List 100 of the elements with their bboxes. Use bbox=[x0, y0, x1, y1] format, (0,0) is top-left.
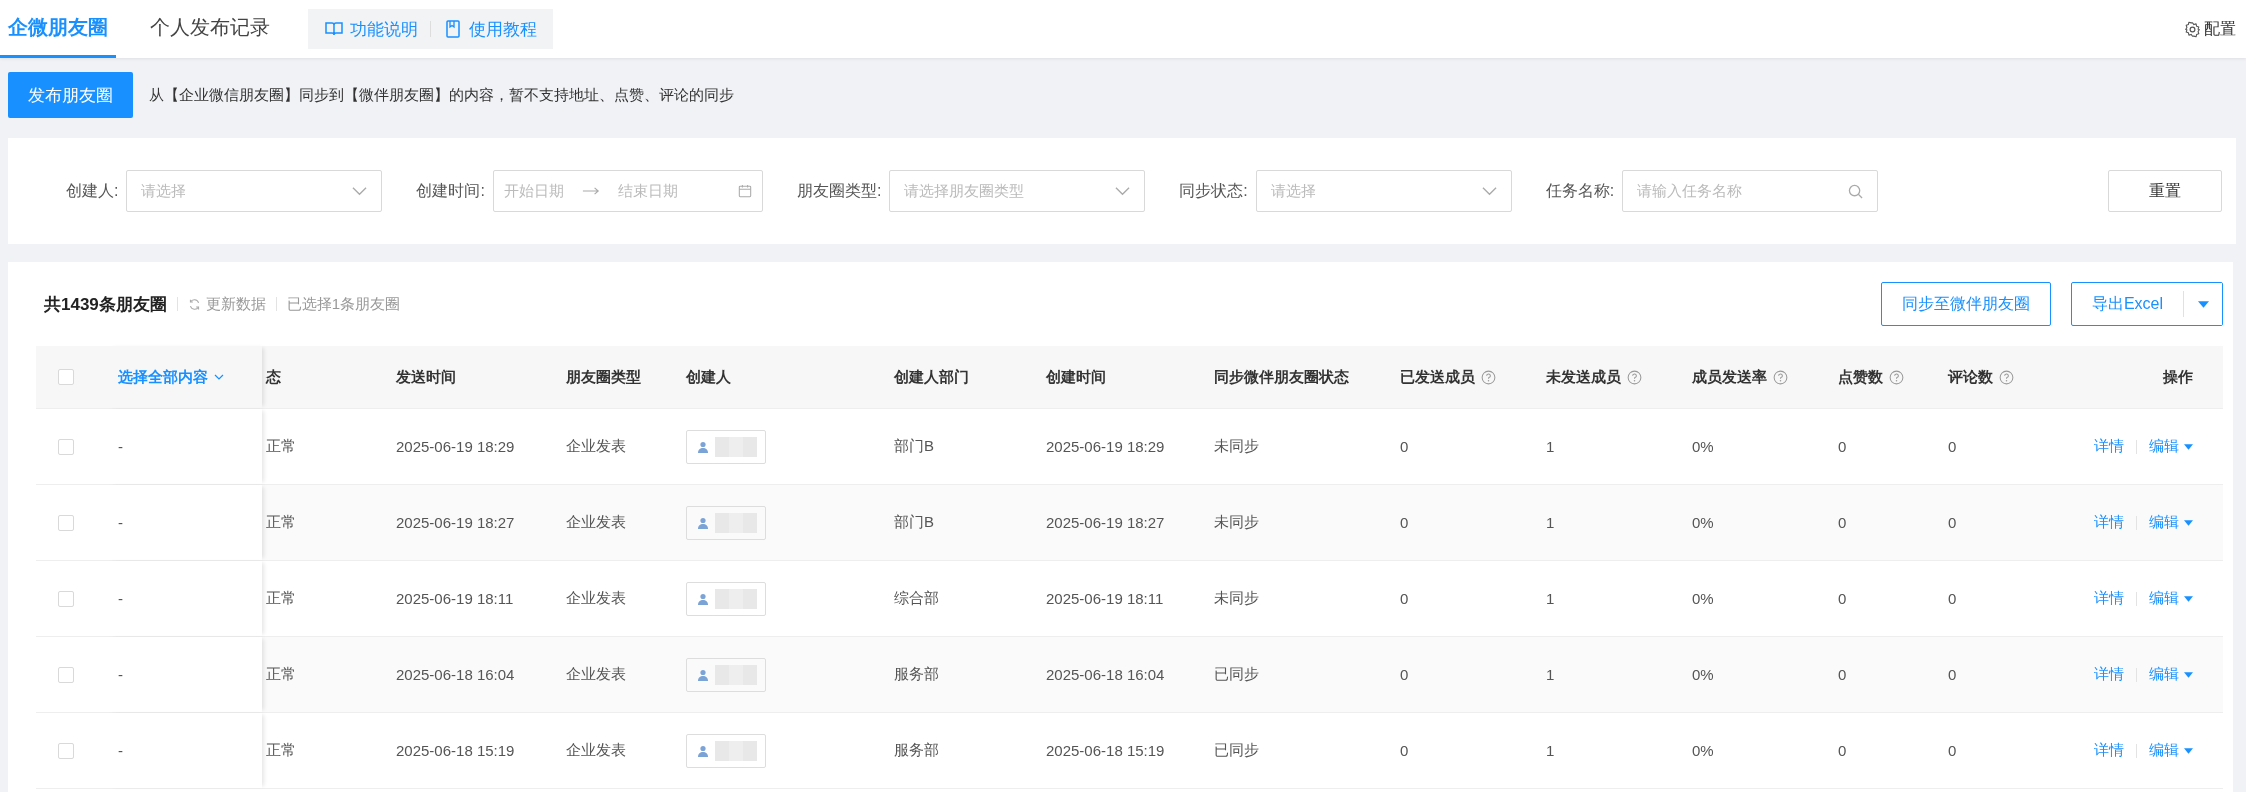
filter-label: 任务名称: bbox=[1545, 180, 1615, 201]
publish-button[interactable]: 发布朋友圈 bbox=[8, 72, 133, 118]
filter-label: 创建时间: bbox=[416, 180, 485, 201]
row-checkbox[interactable] bbox=[58, 514, 74, 531]
table-cell: 1 bbox=[1546, 590, 1555, 607]
help-icon[interactable] bbox=[1627, 369, 1642, 385]
edit-dropdown-link[interactable]: 编辑 bbox=[2149, 513, 2193, 532]
user-icon bbox=[697, 516, 709, 529]
table-cell: - bbox=[118, 438, 123, 455]
calendar-icon bbox=[737, 184, 752, 198]
table-cell: 0 bbox=[1400, 742, 1409, 759]
filter-label: 朋友圈类型: bbox=[796, 180, 882, 201]
caret-icon bbox=[2184, 443, 2193, 450]
table-cell: 0% bbox=[1692, 438, 1714, 455]
table-cell: 1 bbox=[1546, 438, 1555, 455]
edit-dropdown-link[interactable]: 编辑 bbox=[2149, 589, 2193, 608]
table-cell: 部门B bbox=[894, 513, 934, 532]
search-icon bbox=[1848, 183, 1864, 199]
table-cell: - bbox=[118, 742, 123, 759]
detail-link[interactable]: 详情 bbox=[2094, 665, 2124, 684]
user-icon bbox=[697, 668, 709, 681]
column-header: 已发送成员 bbox=[1400, 367, 1475, 387]
table-cell: 0% bbox=[1692, 666, 1714, 683]
table-cell: 0 bbox=[1838, 666, 1847, 683]
user-icon bbox=[697, 440, 709, 453]
table-cell: 未同步 bbox=[1214, 437, 1259, 456]
help-icon[interactable] bbox=[1773, 369, 1788, 385]
table-cell: 0 bbox=[1838, 438, 1847, 455]
column-header: 创建人部门 bbox=[894, 367, 969, 387]
date-range-field[interactable]: 开始日期 结束日期 bbox=[492, 170, 763, 212]
config-link[interactable]: 配置 bbox=[2184, 18, 2236, 40]
table-cell: 已同步 bbox=[1214, 741, 1259, 760]
table-cell: 2025-06-19 18:29 bbox=[396, 438, 515, 455]
arrow-right-icon bbox=[581, 186, 600, 196]
select-field[interactable]: 请选择朋友圈类型 bbox=[889, 170, 1146, 212]
detail-link[interactable]: 详情 bbox=[2094, 513, 2124, 532]
table-cell: 2025-06-19 18:27 bbox=[1046, 514, 1165, 531]
table-cell: 未同步 bbox=[1214, 513, 1259, 532]
help-icon[interactable] bbox=[1999, 369, 2014, 385]
detail-link[interactable]: 详情 bbox=[2094, 741, 2124, 760]
help-link[interactable]: 使用教程 bbox=[443, 17, 537, 41]
column-header: 未发送成员 bbox=[1546, 367, 1621, 387]
select-field[interactable]: 请选择 bbox=[126, 170, 383, 212]
table-cell: 正常 bbox=[266, 741, 296, 760]
column-header: 点赞数 bbox=[1838, 367, 1883, 387]
column-header: 态 bbox=[266, 367, 281, 387]
select-all-dropdown[interactable]: 选择全部内容 bbox=[118, 367, 224, 387]
select-all-checkbox[interactable] bbox=[58, 369, 74, 385]
table-cell: 0 bbox=[1948, 742, 1957, 759]
filter-label: 同步状态: bbox=[1179, 180, 1248, 201]
row-checkbox[interactable] bbox=[58, 590, 74, 607]
nav-tab[interactable]: 个人发布记录 bbox=[140, 0, 280, 58]
column-header: 操作 bbox=[2163, 367, 2193, 387]
caret-icon bbox=[2184, 747, 2193, 754]
detail-link[interactable]: 详情 bbox=[2094, 589, 2124, 608]
help-icon[interactable] bbox=[1481, 369, 1496, 385]
edit-dropdown-link[interactable]: 编辑 bbox=[2149, 665, 2193, 684]
nav-tab[interactable]: 企微朋友圈 bbox=[0, 0, 116, 58]
table-cell: 2025-06-19 18:27 bbox=[396, 514, 515, 531]
table-cell: 0 bbox=[1400, 514, 1409, 531]
table-cell: 0 bbox=[1948, 438, 1957, 455]
edit-dropdown-link[interactable]: 编辑 bbox=[2149, 437, 2193, 456]
column-header: 评论数 bbox=[1948, 367, 1993, 387]
table-cell: 2025-06-19 18:11 bbox=[1046, 590, 1164, 607]
table-cell: 1 bbox=[1546, 666, 1555, 683]
row-checkbox[interactable] bbox=[58, 438, 74, 455]
row-checkbox[interactable] bbox=[58, 666, 74, 683]
help-icon[interactable] bbox=[1889, 369, 1904, 385]
table-cell: 0 bbox=[1948, 514, 1957, 531]
chevron-down-icon bbox=[214, 374, 224, 380]
table-cell: 1 bbox=[1546, 742, 1555, 759]
edit-dropdown-link[interactable]: 编辑 bbox=[2149, 741, 2193, 760]
table-cell: 0 bbox=[1400, 666, 1409, 683]
table-cell: 企业发表 bbox=[566, 437, 626, 456]
table-cell: 综合部 bbox=[894, 589, 939, 608]
row-checkbox[interactable] bbox=[58, 742, 74, 759]
table-cell: 服务部 bbox=[894, 741, 939, 760]
table-cell: - bbox=[118, 590, 123, 607]
settings-icon bbox=[2184, 20, 2201, 38]
select-field[interactable]: 请选择 bbox=[1255, 170, 1512, 212]
table-cell: 0% bbox=[1692, 590, 1714, 607]
column-header: 发送时间 bbox=[396, 367, 456, 387]
table-cell: 企业发表 bbox=[566, 741, 626, 760]
detail-link[interactable]: 详情 bbox=[2094, 437, 2124, 456]
caret-icon bbox=[2184, 671, 2193, 678]
column-header: 成员发送率 bbox=[1692, 367, 1767, 387]
search-field[interactable]: 请输入任务名称 bbox=[1622, 170, 1879, 212]
column-header: 同步微伴朋友圈状态 bbox=[1214, 367, 1349, 387]
sync-button[interactable]: 同步至微伴朋友圈 bbox=[1880, 282, 2051, 326]
table-cell: 正常 bbox=[266, 437, 296, 456]
help-link[interactable]: 功能说明 bbox=[324, 17, 418, 41]
refresh-icon bbox=[187, 297, 201, 311]
table-cell: 企业发表 bbox=[566, 589, 626, 608]
table-cell: 2025-06-18 15:19 bbox=[1046, 742, 1165, 759]
table-cell: 2025-06-18 16:04 bbox=[396, 666, 515, 683]
table-cell: 2025-06-19 18:29 bbox=[1046, 438, 1165, 455]
refresh-link[interactable]: 更新数据 bbox=[187, 294, 266, 314]
reset-button[interactable]: 重置 bbox=[2108, 170, 2222, 212]
table-cell: 企业发表 bbox=[566, 665, 626, 684]
table-cell: 已同步 bbox=[1214, 665, 1259, 684]
